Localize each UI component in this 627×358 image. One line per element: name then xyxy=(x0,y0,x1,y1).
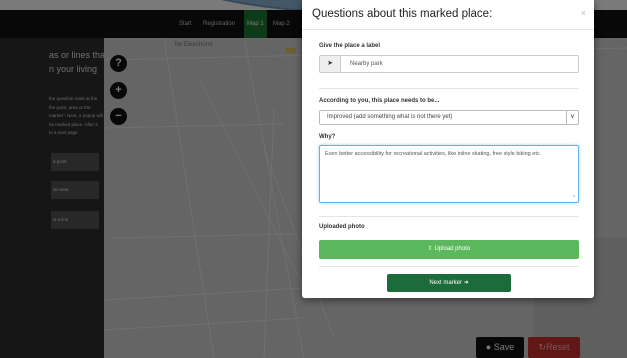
plus-icon: + xyxy=(115,84,122,96)
zoom-in-button[interactable]: + xyxy=(110,82,127,99)
help-button[interactable]: ? xyxy=(110,55,127,72)
sidebar-heading: as or lines that n your living xyxy=(49,48,104,76)
instruction-line: he marked place. After 3 xyxy=(49,121,98,127)
modal-divider xyxy=(302,29,594,30)
instruction-line: marker". Next, a popup will xyxy=(49,113,103,118)
reset-label: Reset xyxy=(546,342,570,352)
undo-icon: ↻ xyxy=(538,342,547,352)
map-pin-icon: ● xyxy=(485,342,492,352)
next-marker-label: Next marker xyxy=(429,280,462,286)
close-icon[interactable]: × xyxy=(581,8,586,18)
why-textarea-value: Even better accessibility for recreation… xyxy=(325,151,542,157)
place-label-value: Nearby park xyxy=(350,61,383,67)
upload-icon: ⇧ xyxy=(427,246,433,252)
reset-button[interactable]: ↻Reset xyxy=(528,337,580,358)
save-label: Save xyxy=(493,342,515,352)
upload-photo-label: Upload photo xyxy=(434,246,471,252)
sidebar: as or lines that n your living the quest… xyxy=(0,38,104,358)
add-line-button[interactable]: w a line xyxy=(51,211,99,229)
photo-label: Uploaded photo xyxy=(319,224,365,230)
section-divider xyxy=(319,266,579,267)
label-field-label: Give the place a label xyxy=(319,43,381,49)
needs-field-label: According to you, this place needs to be… xyxy=(319,98,440,104)
instruction-line: the question mark at the xyxy=(49,96,98,101)
modal-title: Questions about this marked place: xyxy=(312,8,493,20)
chevron-down-icon: ∨ xyxy=(566,111,578,124)
resize-grip-icon[interactable]: ↘ xyxy=(572,192,576,201)
nav-link-map-2[interactable]: Map 2 xyxy=(270,10,293,38)
sidebar-heading-line: as or lines that xyxy=(49,50,104,60)
sidebar-heading-line: n your living xyxy=(49,64,98,74)
nav-link-registration[interactable]: Registration xyxy=(200,10,238,38)
zoom-out-button[interactable]: − xyxy=(110,108,127,125)
section-divider xyxy=(319,216,579,217)
arrow-right-icon: ➜ xyxy=(463,280,469,286)
save-button[interactable]: ● Save xyxy=(476,337,524,358)
instruction-line: the point, area or the xyxy=(49,104,91,110)
next-marker-button[interactable]: Next marker ➜ xyxy=(387,274,511,292)
section-divider xyxy=(319,88,579,89)
instruction-line: to a next page xyxy=(49,130,78,135)
needs-select[interactable]: Improved (add something what is not ther… xyxy=(319,110,579,125)
question-icon: ? xyxy=(115,57,122,69)
sidebar-instructions: the question mark at the the point, area… xyxy=(49,95,103,138)
map-place-label: Ter Eikenhorst xyxy=(174,42,213,48)
add-point-button[interactable]: a point xyxy=(51,153,99,171)
add-area-button[interactable]: an area xyxy=(51,181,99,199)
nav-link-start[interactable]: Start xyxy=(176,10,195,38)
upload-photo-button[interactable]: ⇧ Upload photo xyxy=(319,240,579,259)
map-marker-tag xyxy=(286,48,296,53)
needs-select-value: Improved (add something what is not ther… xyxy=(327,114,453,120)
minus-icon: − xyxy=(115,110,122,122)
question-modal: Questions about this marked place: × Giv… xyxy=(302,0,594,298)
pin-icon: ➤ xyxy=(320,56,341,72)
nav-link-map-1[interactable]: Map 1 xyxy=(244,10,267,38)
why-textarea[interactable]: Even better accessibility for recreation… xyxy=(319,145,579,203)
why-field-label: Why? xyxy=(319,134,336,140)
place-label-input[interactable]: ➤ Nearby park xyxy=(319,55,579,73)
